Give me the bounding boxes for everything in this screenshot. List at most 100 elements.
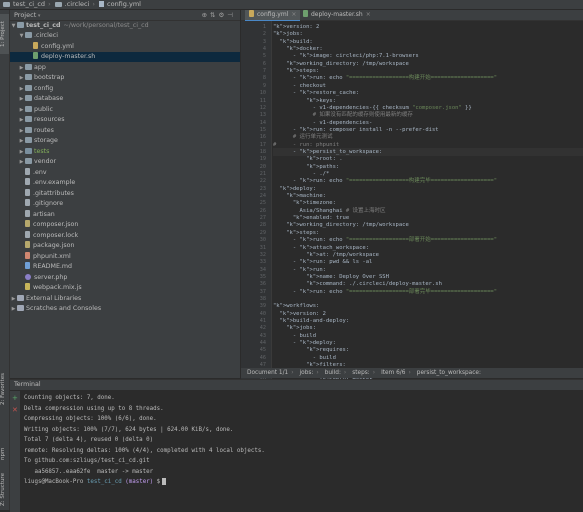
tree-item[interactable]: .gitattributes	[10, 188, 240, 199]
line-number: 10	[259, 90, 266, 97]
chevron-right-icon[interactable]: ▶	[18, 84, 25, 94]
chevron-right-icon[interactable]: ▶	[18, 105, 25, 115]
tree-item[interactable]: .env.example	[10, 178, 240, 188]
breadcrumb-item[interactable]: persist_to_workspace:	[417, 370, 481, 376]
chevron-right-icon[interactable]: ▶	[18, 157, 25, 167]
tree-item[interactable]: .gitignore	[10, 199, 240, 209]
target-icon[interactable]: ⊕	[202, 11, 210, 19]
terminal-line: Delta compression using up to 8 threads.	[24, 405, 164, 412]
collapse-icon[interactable]: ⇅	[210, 11, 218, 19]
chevron-right-icon[interactable]: ▶	[18, 94, 25, 104]
tree-item[interactable]: server.php	[10, 273, 240, 283]
line-number: 43	[259, 332, 266, 339]
breadcrumb-item[interactable]: Item 6/6	[381, 370, 405, 376]
prompt-symbol: $	[156, 479, 161, 485]
add-icon[interactable]: +	[12, 395, 18, 402]
nav-crumb-folder[interactable]: .circleci	[63, 0, 92, 9]
navigation-bar: test_ci_cd › .circleci › config.yml	[0, 0, 583, 10]
tree-item[interactable]: ▼ .circleci	[10, 31, 240, 41]
tool-tab-favorites[interactable]: 2: Favorites	[0, 370, 9, 408]
tree-item[interactable]: artisan	[10, 209, 240, 220]
terminal-prompt[interactable]: liugs@MacBook-Pro test_ci_cd (master) $	[24, 478, 167, 487]
editor-tab[interactable]: deploy-master.sh ×	[299, 10, 375, 20]
breadcrumb-item[interactable]: jobs:	[300, 370, 314, 376]
chevron-right-icon[interactable]: ▶	[10, 294, 17, 304]
gear-icon[interactable]: ⚙	[219, 11, 228, 19]
chevron-right-icon[interactable]: ▶	[18, 136, 25, 146]
chevron-right-icon[interactable]: ▶	[18, 73, 25, 83]
code-view[interactable]: "k">version: 2 "k">jobs: "k">build: "k">d…	[273, 21, 583, 379]
project-panel-title[interactable]: Project	[14, 11, 36, 19]
tree-item-label: .gitattributes	[33, 189, 74, 197]
tree-item[interactable]: ▶ External Libraries	[10, 294, 240, 304]
tree-item-label: resources	[34, 116, 65, 123]
line-number: 22	[259, 178, 266, 185]
tree-item[interactable]: deploy-master.sh	[10, 52, 240, 62]
chevron-right-icon[interactable]: ▶	[18, 126, 25, 136]
tool-tab-structure[interactable]: Z: Structure	[0, 470, 9, 510]
tree-item[interactable]: README.md	[10, 262, 240, 272]
tree-item-label: package.json	[33, 242, 75, 249]
line-number: 34	[259, 266, 266, 273]
breadcrumb-item[interactable]: Document 1/1	[247, 370, 288, 376]
nav-crumb-project[interactable]: test_ci_cd	[11, 0, 47, 9]
file-icon	[25, 199, 30, 206]
tree-item[interactable]: ▶ database	[10, 94, 240, 104]
tree-item[interactable]: ▶ Scratches and Consoles	[10, 304, 240, 314]
line-number: 23	[259, 185, 266, 192]
editor-tab[interactable]: config.yml ×	[245, 10, 301, 21]
tree-item-label: tests	[34, 147, 50, 155]
tree-item[interactable]: ▶ resources	[10, 115, 240, 125]
tree-item[interactable]: ▶ tests	[10, 147, 240, 157]
line-number: 30	[259, 237, 266, 244]
tree-item[interactable]: ▶ routes	[10, 126, 240, 136]
tree-item[interactable]: ▶ config	[10, 84, 240, 94]
shell-file-icon	[303, 10, 308, 17]
tree-item[interactable]: phpunit.xml	[10, 251, 240, 262]
line-number: 9	[262, 82, 266, 89]
breadcrumb-item[interactable]: steps:	[352, 370, 370, 376]
tree-item[interactable]: ▶ app	[10, 63, 240, 73]
line-number: 27	[259, 215, 266, 222]
tree-item[interactable]: ▶ vendor	[10, 157, 240, 167]
line-number: 29	[259, 229, 266, 236]
line-number: 20	[259, 163, 266, 170]
tree-item[interactable]: .env	[10, 167, 240, 178]
tree-item[interactable]: composer.json	[10, 220, 240, 230]
chevron-down-icon[interactable]: ▼	[18, 31, 25, 41]
close-icon[interactable]: ✕	[12, 407, 18, 414]
tool-tab-npm[interactable]: npm	[0, 447, 9, 461]
tree-item[interactable]: ▶ bootstrap	[10, 73, 240, 83]
tree-item[interactable]: ▶ storage	[10, 136, 240, 146]
tree-item[interactable]: ▶ public	[10, 105, 240, 115]
tree-item[interactable]: composer.lock	[10, 230, 240, 241]
close-icon[interactable]: ×	[291, 11, 296, 18]
tree-item[interactable]: webpack.mix.js	[10, 283, 240, 293]
chevron-right-icon[interactable]: ▶	[18, 147, 25, 157]
line-number: 35	[259, 273, 266, 280]
chevron-right-icon: ›	[291, 370, 294, 376]
yaml-file-icon	[249, 10, 254, 17]
chevron-right-icon[interactable]: ▶	[18, 115, 25, 125]
tree-item-label: Scratches and Consoles	[26, 305, 102, 312]
tree-item-label: composer.lock	[33, 231, 79, 239]
json-file-icon	[25, 241, 30, 248]
terminal-header[interactable]: Terminal	[10, 380, 583, 390]
line-number: 6	[262, 60, 266, 67]
close-icon[interactable]: ×	[366, 11, 371, 18]
chevron-right-icon[interactable]: ▶	[18, 63, 25, 73]
folder-icon	[25, 137, 32, 143]
minimize-icon[interactable]: ⊣	[227, 11, 236, 19]
line-number: 13	[259, 112, 266, 119]
tree-item-label: server.php	[34, 273, 68, 281]
tree-item[interactable]: config.yml	[10, 41, 240, 52]
tree-root[interactable]: ▼ test_ci_cd ~/work/personal/test_ci_cd	[10, 21, 240, 31]
nav-crumb-file[interactable]: config.yml	[105, 0, 143, 9]
tree-item[interactable]: package.json	[10, 241, 240, 251]
chevron-right-icon[interactable]: ▶	[10, 304, 17, 314]
chevron-down-icon[interactable]: ▼	[10, 21, 17, 31]
line-number: 15	[259, 126, 266, 133]
tree-item-label: artisan	[33, 210, 55, 218]
tool-tab-project[interactable]: 1: Project	[0, 14, 9, 54]
breadcrumb-item[interactable]: build:	[325, 370, 341, 376]
